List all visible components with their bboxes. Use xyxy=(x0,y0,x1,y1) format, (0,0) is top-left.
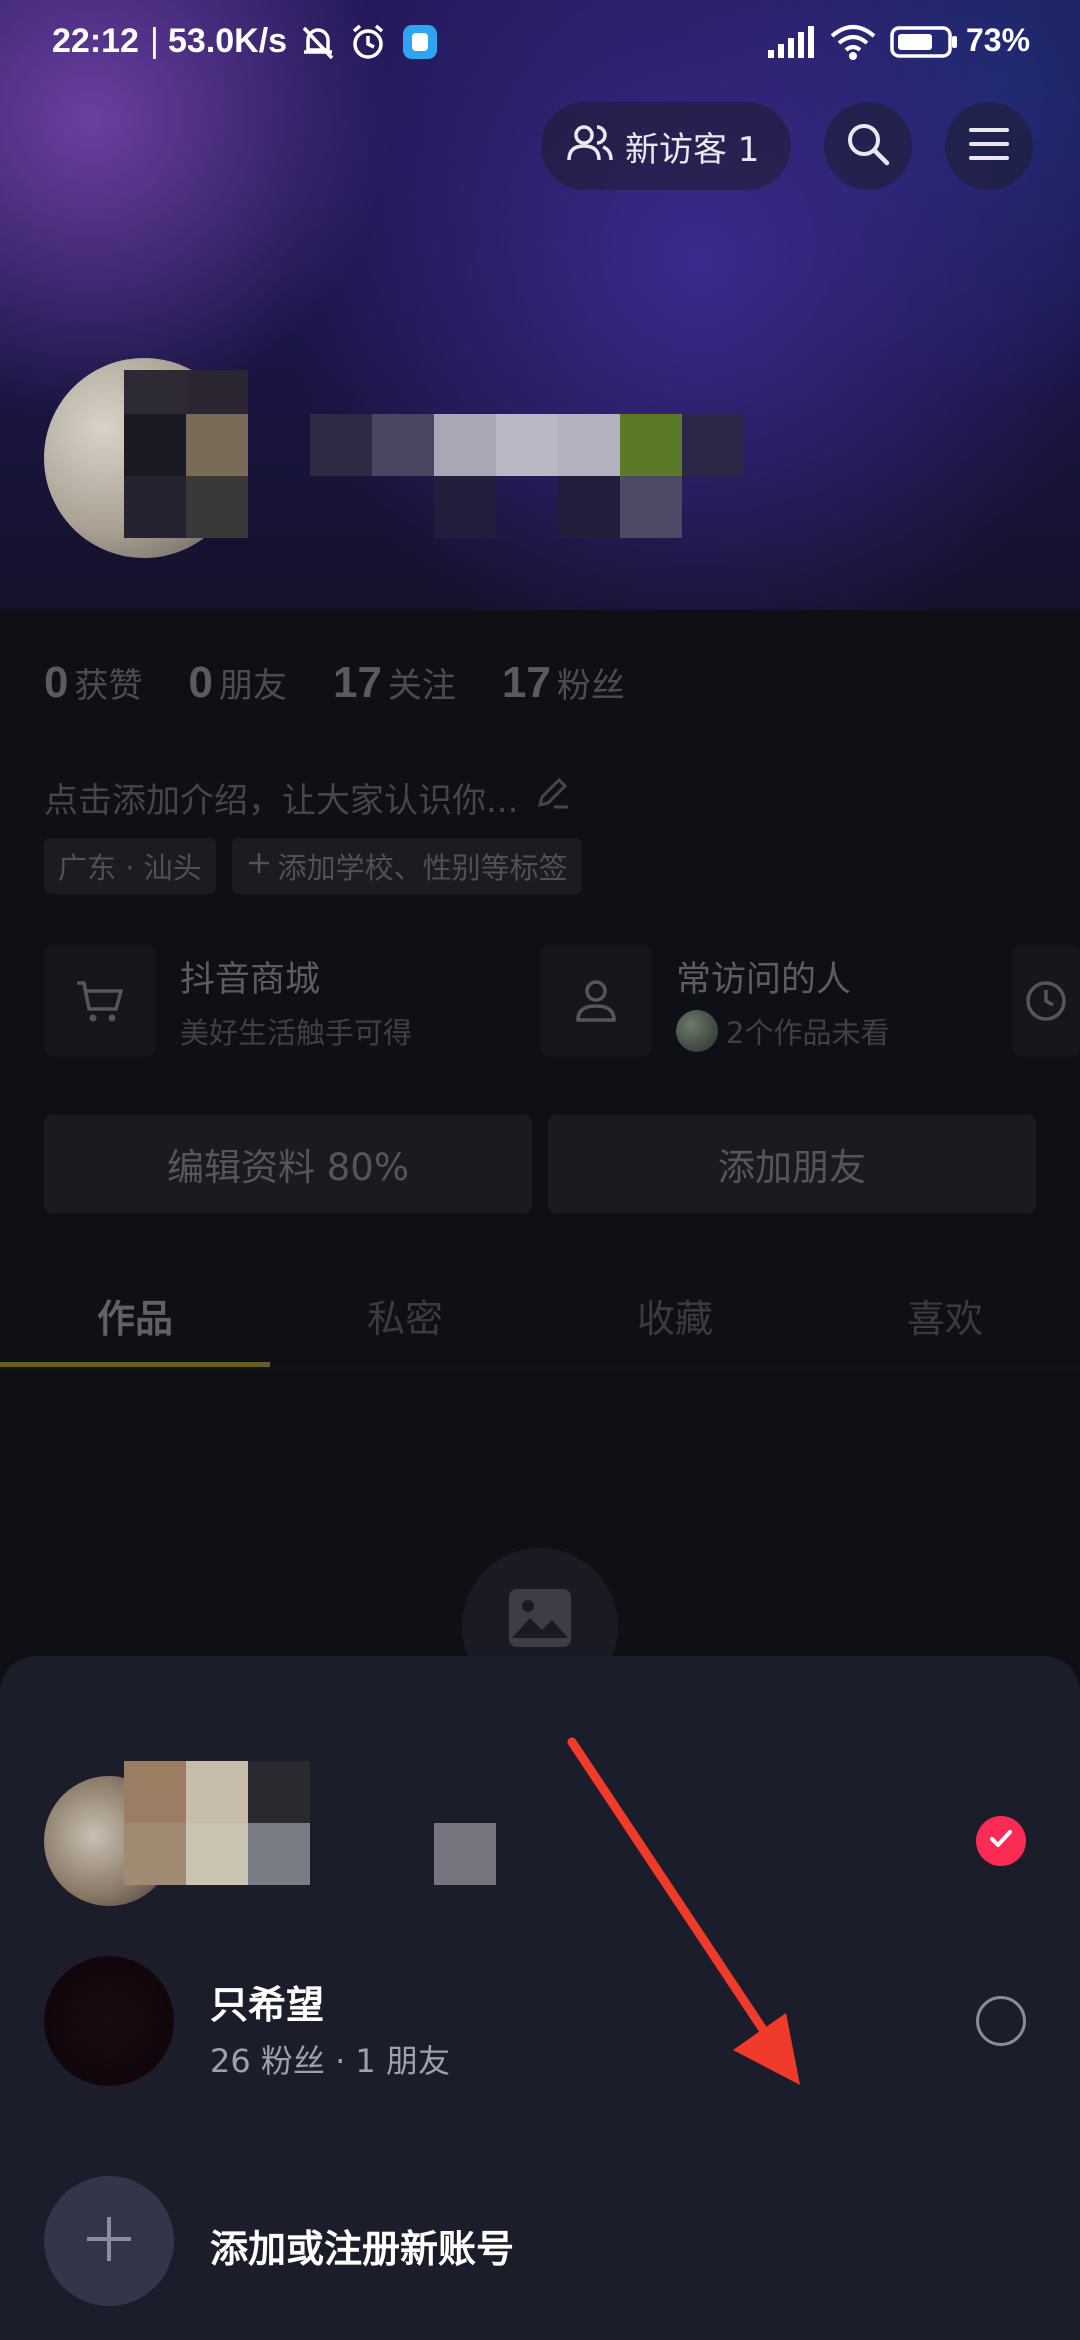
add-account-button[interactable] xyxy=(44,2176,174,2306)
search-button[interactable] xyxy=(824,102,912,190)
bio-text: 点击添加介绍，让大家认识你... xyxy=(44,781,519,821)
stat-likes[interactable]: 0 获赞 xyxy=(44,658,142,708)
stat-friends[interactable]: 0 朋友 xyxy=(188,658,286,708)
douyin-mall-shortcut[interactable]: 抖音商城 美好生活触手可得 xyxy=(44,945,412,1057)
battery-percent: 73% xyxy=(966,22,1031,58)
shortcut-subtitle: 美好生活触手可得 xyxy=(180,1015,413,1050)
account-avatar xyxy=(44,1956,174,2086)
location-tag-label: 广东 · 汕头 xyxy=(58,851,202,885)
account-selected-indicator[interactable] xyxy=(976,1816,1026,1866)
checkmark-icon xyxy=(986,1824,1016,1858)
frequent-visitors-shortcut[interactable]: 常访问的人 2个作品未看 xyxy=(540,945,889,1057)
account-switcher-sheet: 只希望 26 粉丝 · 1 朋友 添加或注册新账号 xyxy=(0,1656,1080,2340)
account-row-current[interactable] xyxy=(0,1761,1080,1921)
stat-number: 0 xyxy=(44,658,69,707)
tab-favorites[interactable]: 收藏 xyxy=(540,1270,810,1368)
history-shortcut[interactable] xyxy=(1012,945,1080,1057)
stat-number: 0 xyxy=(188,658,213,707)
search-icon xyxy=(844,120,892,172)
tab-likes[interactable]: 喜欢 xyxy=(810,1270,1080,1368)
menu-button[interactable] xyxy=(945,102,1033,190)
shortcut-subtitle: 2个作品未看 xyxy=(726,1015,890,1050)
account-name: 只希望 xyxy=(210,1983,325,2027)
stat-number: 17 xyxy=(501,658,551,707)
location-tag[interactable]: 广东 · 汕头 xyxy=(44,838,216,894)
stat-following[interactable]: 17 关注 xyxy=(333,658,456,708)
account-row-other[interactable]: 只希望 26 粉丝 · 1 朋友 xyxy=(0,1956,1080,2116)
battery-icon xyxy=(890,22,960,62)
shortcut-title: 常访问的人 xyxy=(676,959,852,1000)
tab-private[interactable]: 私密 xyxy=(270,1270,540,1368)
tab-divider xyxy=(0,1367,1080,1369)
person-icon xyxy=(540,945,652,1057)
clock-icon xyxy=(1012,945,1080,1057)
add-tags-label: 添加学校、性别等标签 xyxy=(277,851,568,885)
status-time: 22:12 xyxy=(52,22,139,60)
stat-followers[interactable]: 17 粉丝 xyxy=(502,658,625,708)
app-notification-icon xyxy=(400,22,440,62)
new-visitor-button[interactable]: 新访客 1 xyxy=(541,102,791,190)
status-bar: 22:12 | 53.0K/s 73% xyxy=(0,0,1080,90)
stat-label: 关注 xyxy=(387,666,456,706)
shortcut-title: 抖音商城 xyxy=(180,959,321,1000)
plus-icon xyxy=(246,849,272,883)
cart-icon xyxy=(44,945,156,1057)
stat-number: 17 xyxy=(332,658,382,707)
mute-bell-icon xyxy=(298,22,338,62)
alarm-icon xyxy=(348,22,388,62)
people-icon xyxy=(565,122,615,170)
tab-works[interactable]: 作品 xyxy=(0,1270,270,1368)
new-visitor-label: 新访客 1 xyxy=(625,129,760,170)
account-subtitle: 26 粉丝 · 1 朋友 xyxy=(210,2042,450,2080)
mini-avatar xyxy=(676,1009,718,1052)
add-account-label: 添加或注册新账号 xyxy=(210,2227,515,2271)
stat-label: 粉丝 xyxy=(556,666,625,706)
edit-pencil-icon xyxy=(532,773,572,822)
network-speed: 53.0K/s xyxy=(168,22,288,60)
plus-icon xyxy=(81,2211,137,2271)
edit-profile-button[interactable]: 编辑资料 80% xyxy=(44,1115,532,1213)
bio-placeholder[interactable]: 点击添加介绍，让大家认识你... xyxy=(44,773,572,822)
profile-tags: 广东 · 汕头 添加学校、性别等标签 xyxy=(44,838,582,894)
account-radio[interactable] xyxy=(976,1996,1026,2046)
add-friend-button[interactable]: 添加朋友 xyxy=(548,1115,1036,1213)
stat-label: 朋友 xyxy=(218,666,287,706)
profile-stats: 0 获赞 0 朋友 17 关注 17 粉丝 xyxy=(44,658,625,718)
signal-icon xyxy=(766,22,816,62)
add-tags-button[interactable]: 添加学校、性别等标签 xyxy=(231,838,582,894)
status-separator: | xyxy=(150,22,159,60)
stat-label: 获赞 xyxy=(74,666,143,706)
image-icon xyxy=(506,1586,574,1654)
wifi-icon xyxy=(828,22,878,62)
content-tabs: 作品 私密 收藏 喜欢 xyxy=(0,1270,1080,1368)
add-account-row[interactable]: 添加或注册新账号 xyxy=(0,2176,1080,2336)
menu-icon xyxy=(967,124,1011,168)
